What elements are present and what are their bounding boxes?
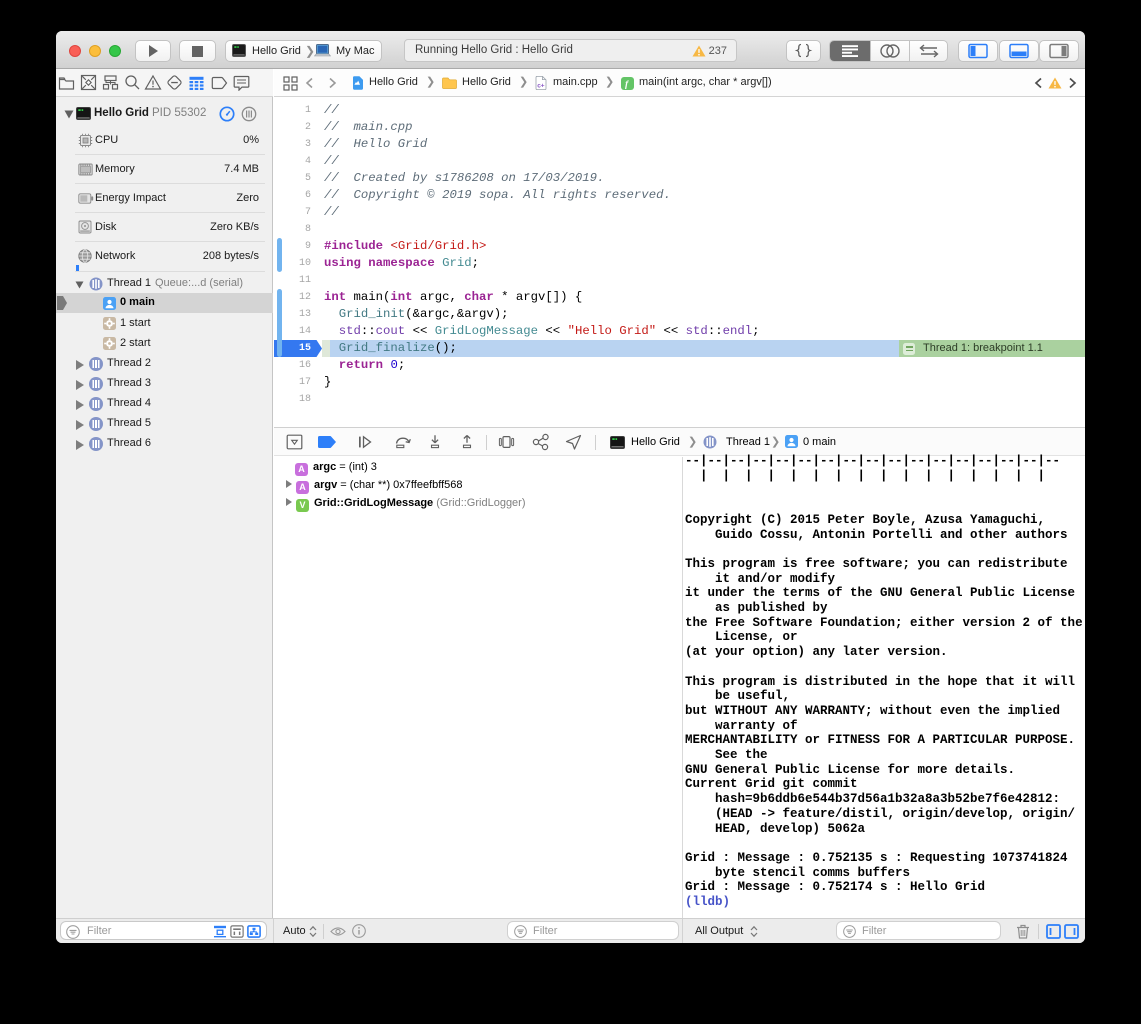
svg-text:c+: c+ — [537, 82, 545, 89]
